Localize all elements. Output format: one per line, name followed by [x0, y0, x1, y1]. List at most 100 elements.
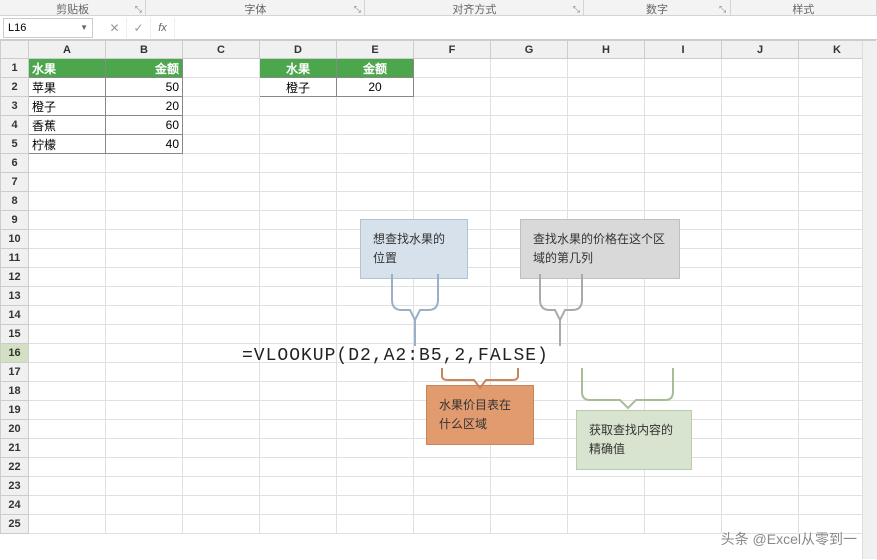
cell[interactable]: [645, 477, 722, 496]
dialog-launcher-icon[interactable]: ⤡: [352, 4, 362, 14]
cell[interactable]: [29, 173, 106, 192]
cell[interactable]: [106, 420, 183, 439]
cell[interactable]: [260, 420, 337, 439]
cell[interactable]: [183, 230, 260, 249]
cell[interactable]: [491, 515, 568, 534]
cell[interactable]: [260, 230, 337, 249]
row-header[interactable]: 2: [1, 78, 29, 97]
cell[interactable]: [337, 306, 414, 325]
cell[interactable]: [260, 306, 337, 325]
cell[interactable]: [568, 116, 645, 135]
dialog-launcher-icon[interactable]: ⤡: [571, 4, 581, 14]
cell[interactable]: [260, 192, 337, 211]
cell[interactable]: [183, 382, 260, 401]
cell[interactable]: [722, 287, 799, 306]
cell[interactable]: [645, 135, 722, 154]
cell[interactable]: [29, 458, 106, 477]
cell[interactable]: 水果: [260, 59, 337, 78]
cell[interactable]: [645, 515, 722, 534]
cell[interactable]: [183, 154, 260, 173]
cell[interactable]: [29, 249, 106, 268]
cell[interactable]: [183, 458, 260, 477]
cell[interactable]: 20: [337, 78, 414, 97]
cell[interactable]: [568, 363, 645, 382]
cell[interactable]: [29, 287, 106, 306]
cell[interactable]: [106, 496, 183, 515]
cell[interactable]: [337, 154, 414, 173]
cell[interactable]: [183, 401, 260, 420]
cell[interactable]: [491, 78, 568, 97]
column-header[interactable]: H: [568, 41, 645, 59]
cell[interactable]: [568, 306, 645, 325]
cell[interactable]: [568, 97, 645, 116]
cell[interactable]: [568, 59, 645, 78]
column-header[interactable]: D: [260, 41, 337, 59]
row-header[interactable]: 11: [1, 249, 29, 268]
cell[interactable]: [722, 135, 799, 154]
cell[interactable]: [337, 496, 414, 515]
cell[interactable]: [260, 382, 337, 401]
column-header[interactable]: A: [29, 41, 106, 59]
cell[interactable]: [29, 325, 106, 344]
cell[interactable]: [183, 496, 260, 515]
cell[interactable]: [722, 420, 799, 439]
cell[interactable]: [645, 496, 722, 515]
cell[interactable]: [106, 306, 183, 325]
cell[interactable]: [29, 363, 106, 382]
cell[interactable]: [106, 287, 183, 306]
column-header[interactable]: G: [491, 41, 568, 59]
cell[interactable]: [722, 154, 799, 173]
cell[interactable]: [722, 382, 799, 401]
cell[interactable]: [29, 344, 106, 363]
cell[interactable]: [568, 287, 645, 306]
cell[interactable]: [491, 477, 568, 496]
cell[interactable]: [183, 211, 260, 230]
cell[interactable]: [106, 192, 183, 211]
cell[interactable]: [722, 344, 799, 363]
cell[interactable]: 20: [106, 97, 183, 116]
cell[interactable]: [645, 116, 722, 135]
ribbon-group-font[interactable]: 字体⤡: [146, 0, 365, 15]
cell[interactable]: [568, 135, 645, 154]
fx-button[interactable]: fx: [151, 18, 175, 38]
row-header[interactable]: 18: [1, 382, 29, 401]
cell[interactable]: [260, 458, 337, 477]
cell[interactable]: [722, 268, 799, 287]
cell[interactable]: [183, 477, 260, 496]
cell[interactable]: 橙子: [29, 97, 106, 116]
cell[interactable]: [29, 439, 106, 458]
row-header[interactable]: 8: [1, 192, 29, 211]
row-header[interactable]: 5: [1, 135, 29, 154]
cell[interactable]: [722, 97, 799, 116]
cell[interactable]: [568, 325, 645, 344]
cell[interactable]: [645, 173, 722, 192]
row-header[interactable]: 15: [1, 325, 29, 344]
row-header[interactable]: 7: [1, 173, 29, 192]
cell[interactable]: [414, 97, 491, 116]
cell[interactable]: [183, 420, 260, 439]
cell[interactable]: [722, 59, 799, 78]
cell[interactable]: [645, 78, 722, 97]
cell[interactable]: [568, 515, 645, 534]
row-header[interactable]: 21: [1, 439, 29, 458]
cell[interactable]: 金额: [337, 59, 414, 78]
cell[interactable]: [414, 306, 491, 325]
row-header[interactable]: 13: [1, 287, 29, 306]
cell[interactable]: [722, 363, 799, 382]
cell[interactable]: [414, 287, 491, 306]
cell[interactable]: [260, 325, 337, 344]
cell[interactable]: [722, 458, 799, 477]
cell[interactable]: [414, 116, 491, 135]
dialog-launcher-icon[interactable]: ⤡: [133, 4, 143, 14]
cell[interactable]: [337, 173, 414, 192]
row-header[interactable]: 14: [1, 306, 29, 325]
row-header[interactable]: 16: [1, 344, 29, 363]
select-all-cell[interactable]: [1, 41, 29, 59]
cell[interactable]: [29, 230, 106, 249]
column-header[interactable]: B: [106, 41, 183, 59]
cell[interactable]: [491, 458, 568, 477]
cell[interactable]: [183, 306, 260, 325]
cell[interactable]: [106, 249, 183, 268]
cell[interactable]: [337, 135, 414, 154]
row-header[interactable]: 22: [1, 458, 29, 477]
